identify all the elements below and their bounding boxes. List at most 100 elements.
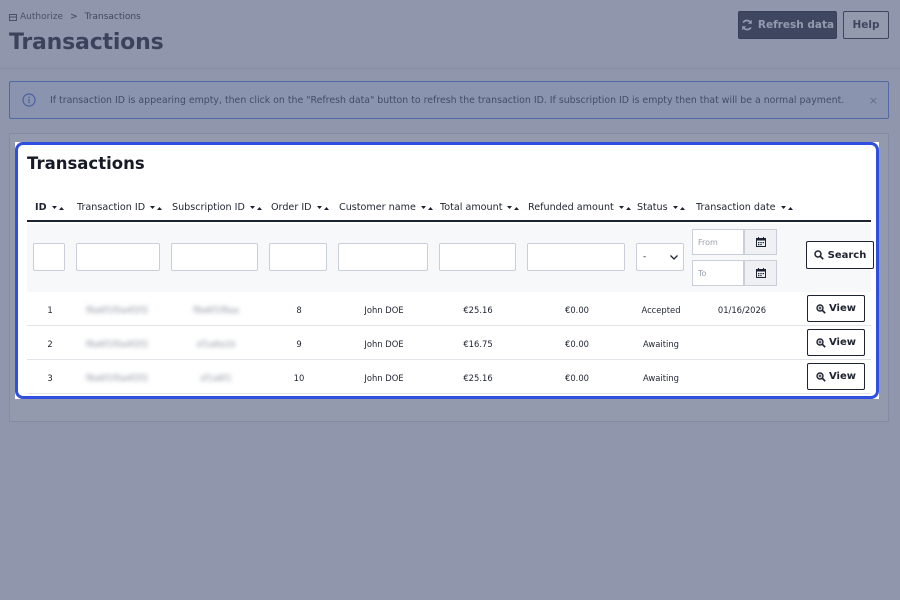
breadcrumb-root[interactable]: Authorize [9, 12, 63, 22]
view-button[interactable]: View [807, 295, 865, 322]
column-label: Refunded amount [528, 202, 614, 213]
info-alert: If transaction ID is appearing empty, th… [9, 81, 889, 119]
refresh-data-button[interactable]: Refresh data [738, 11, 837, 39]
cell-status: Accepted [641, 305, 681, 315]
column-header-status[interactable]: Status [637, 202, 685, 213]
cell-refunded-amount: €0.00 [565, 373, 589, 383]
column-label: Transaction date [696, 202, 776, 213]
filter-total-amount-input[interactable] [439, 243, 516, 271]
help-button[interactable]: Help [843, 11, 889, 39]
close-icon[interactable]: × [869, 94, 878, 107]
filter-date-from-input[interactable]: From [692, 229, 744, 255]
column-label: Total amount [440, 202, 503, 213]
cell-id: 3 [47, 373, 53, 383]
cell-status: Awaiting [643, 373, 679, 383]
calendar-icon [755, 268, 766, 278]
sort-icon[interactable] [420, 205, 433, 211]
cell-id: 2 [47, 339, 53, 349]
cell-subscription-id: sf1a6f1 [200, 373, 232, 383]
calendar-to-button[interactable] [744, 260, 777, 286]
column-label: Status [637, 202, 668, 213]
zoom-in-icon [816, 303, 826, 314]
cell-subscription-id: f8a6f1f8aa [193, 305, 239, 315]
zoom-in-icon [816, 337, 826, 348]
view-button[interactable]: View [807, 329, 865, 356]
column-header-id[interactable]: ID [35, 202, 64, 213]
filter-date-to-input[interactable]: To [692, 260, 744, 286]
column-header-order-id[interactable]: Order ID [271, 202, 329, 213]
cell-transaction-id: f8a6f1f0a4f2f2 [85, 373, 149, 383]
cell-customer-name: John DOE [364, 339, 404, 349]
breadcrumb-current: Transactions [84, 12, 141, 22]
sort-icon[interactable] [150, 205, 163, 211]
info-icon [22, 93, 36, 107]
calendar-from-button[interactable] [744, 229, 777, 255]
search-button[interactable]: Search [806, 241, 874, 269]
sort-icon[interactable] [249, 205, 262, 211]
cell-order-id: 8 [296, 305, 302, 315]
view-label: View [828, 371, 856, 382]
dim-overlay [0, 399, 900, 600]
cell-transaction-date: 01/16/2026 [717, 305, 767, 315]
store-icon [9, 13, 17, 21]
cell-total-amount: €25.16 [463, 373, 493, 383]
column-header-customer-name[interactable]: Customer name [339, 202, 433, 213]
status-select-value: - [643, 252, 647, 262]
transactions-card: Transactions ID Transaction ID Subscript… [15, 142, 879, 399]
cell-subscription-id: sf1a6a1b [196, 339, 236, 349]
table-row: 2 f8a6f1f0a4f2f2 sf1a6a1b 9 John DOE €16… [27, 326, 871, 360]
breadcrumb-root-label[interactable]: Authorize [20, 12, 63, 22]
filter-order-id-input[interactable] [269, 243, 327, 271]
column-label: ID [35, 202, 47, 213]
header-divider [0, 68, 900, 69]
refresh-icon [742, 19, 752, 31]
filter-row: - From To Search [27, 224, 874, 292]
cell-refunded-amount: €0.00 [565, 305, 589, 315]
zoom-in-icon [816, 371, 826, 382]
column-header-refunded-amount[interactable]: Refunded amount [528, 202, 631, 213]
filter-refunded-amount-input[interactable] [527, 243, 625, 271]
sort-icon[interactable] [316, 205, 329, 211]
filter-status-select[interactable]: - [636, 243, 684, 271]
calendar-icon [755, 237, 766, 247]
column-label: Order ID [271, 202, 312, 213]
filter-customer-name-input[interactable] [338, 243, 428, 271]
breadcrumb-separator: > [70, 12, 78, 22]
search-label: Search [827, 249, 867, 261]
alert-message: If transaction ID is appearing empty, th… [50, 94, 845, 106]
cell-transaction-id: f8a6f1f0a4f2f2 [85, 305, 149, 315]
view-button[interactable]: View [807, 363, 865, 390]
column-header-subscription-id[interactable]: Subscription ID [172, 202, 262, 213]
column-header-total-amount[interactable]: Total amount [440, 202, 520, 213]
sort-icon[interactable] [618, 205, 631, 211]
sort-icon[interactable] [672, 205, 685, 211]
column-label: Transaction ID [77, 202, 146, 213]
sort-icon[interactable] [51, 205, 64, 211]
column-label: Subscription ID [172, 202, 245, 213]
sort-icon[interactable] [507, 205, 520, 211]
column-header-transaction-date[interactable]: Transaction date [696, 202, 793, 213]
filter-transaction-id-input[interactable] [76, 243, 160, 271]
sort-icon[interactable] [780, 205, 793, 211]
cell-status: Awaiting [643, 339, 679, 349]
cell-refunded-amount: €0.00 [565, 339, 589, 349]
filter-subscription-id-input[interactable] [171, 243, 258, 271]
cell-transaction-id: f8a6f1f0a4f2f2 [85, 339, 149, 349]
search-icon [813, 250, 824, 260]
cell-total-amount: €16.75 [463, 339, 493, 349]
table-row: 3 f8a6f1f0a4f2f2 sf1a6f1 10 John DOE €25… [27, 360, 871, 394]
table-header: ID Transaction ID Subscription ID Order … [27, 199, 871, 222]
cell-order-id: 10 [293, 373, 305, 383]
cell-order-id: 9 [296, 339, 302, 349]
view-label: View [828, 337, 856, 348]
column-header-transaction-id[interactable]: Transaction ID [77, 202, 163, 213]
refresh-data-label: Refresh data [757, 19, 835, 31]
column-label: Customer name [339, 202, 416, 213]
cell-customer-name: John DOE [364, 373, 404, 383]
view-label: View [828, 303, 856, 314]
page-title: Transactions [9, 30, 164, 55]
breadcrumb: Authorize > Transactions [9, 12, 141, 22]
chevron-down-icon [670, 254, 678, 260]
filter-id-input[interactable] [33, 243, 65, 271]
cell-id: 1 [47, 305, 53, 315]
